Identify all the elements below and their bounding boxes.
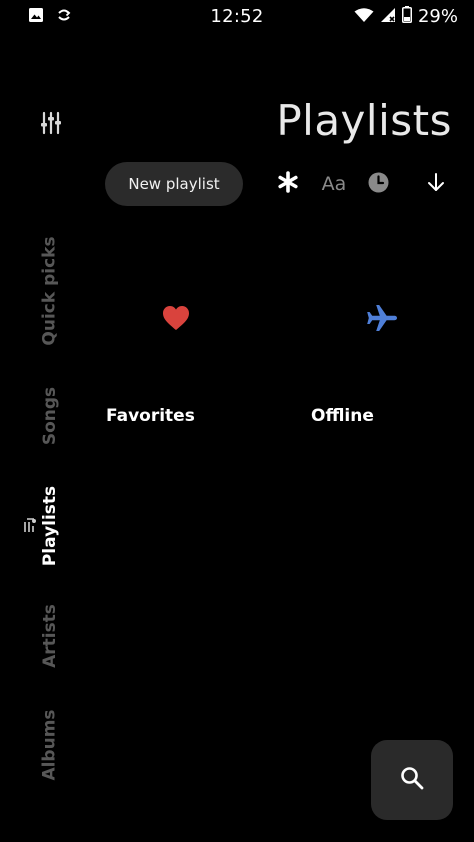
airplane-icon [364,300,400,336]
new-playlist-button[interactable]: New playlist [105,162,243,206]
status-bar: 12:52 29% [0,0,474,34]
sidebar-item-label: Artists [39,604,60,668]
playlist-name: Favorites [106,406,195,426]
sidebar-item-quick-picks[interactable]: Quick picks [18,236,82,345]
search-icon [400,766,424,794]
signal-icon [380,7,396,27]
sort-order-button[interactable] [424,172,448,196]
playlist-indicator-icon [22,517,38,533]
playlist-name: Offline [311,406,374,426]
sort-by-creation-button[interactable] [276,171,300,197]
sidebar-item-label: Albums [40,709,60,781]
search-button[interactable] [371,740,453,820]
sidebar-item-label: Songs [39,386,60,446]
battery-percent: 29% [417,6,458,27]
clock-icon [368,172,389,197]
sort-by-name-button[interactable]: Aa [319,172,349,196]
arrow-down-icon [427,172,445,196]
battery-icon [401,6,412,27]
asterisk-icon [277,171,299,197]
sort-by-date-button[interactable] [366,172,390,196]
settings-button[interactable] [38,111,64,139]
status-right: 29% [354,6,458,27]
sidebar-item-albums[interactable]: Albums [18,709,82,780]
sidebar-item-label: Quick picks [40,236,60,346]
heart-icon [158,300,194,336]
page-title: Playlists [276,96,452,145]
sidebar-item-label: Playlists [40,485,60,567]
wifi-icon [354,7,374,27]
sort-by-name-icon: Aa [321,173,347,195]
sidebar-item-songs[interactable]: Songs [18,387,82,445]
sidebar-item-artists[interactable]: Artists [18,604,82,668]
equalizer-sliders-icon [40,111,62,139]
